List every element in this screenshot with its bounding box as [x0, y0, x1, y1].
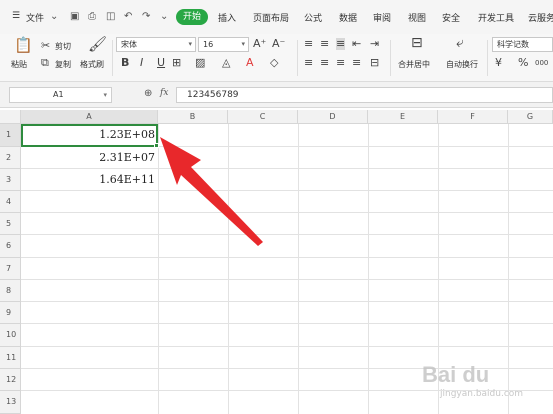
- watermark-logo: Bai du: [422, 362, 490, 387]
- annotation-arrow-icon: [160, 137, 263, 246]
- spreadsheet-app: ☰ 文件 ⌄ ▣ ⎙ ◫ ↶ ↷ ⌄ 开始 插入 页面布局 公式 数据 审阅 视…: [0, 0, 553, 414]
- watermark-subtitle: jingyan.baidu.com: [440, 389, 524, 399]
